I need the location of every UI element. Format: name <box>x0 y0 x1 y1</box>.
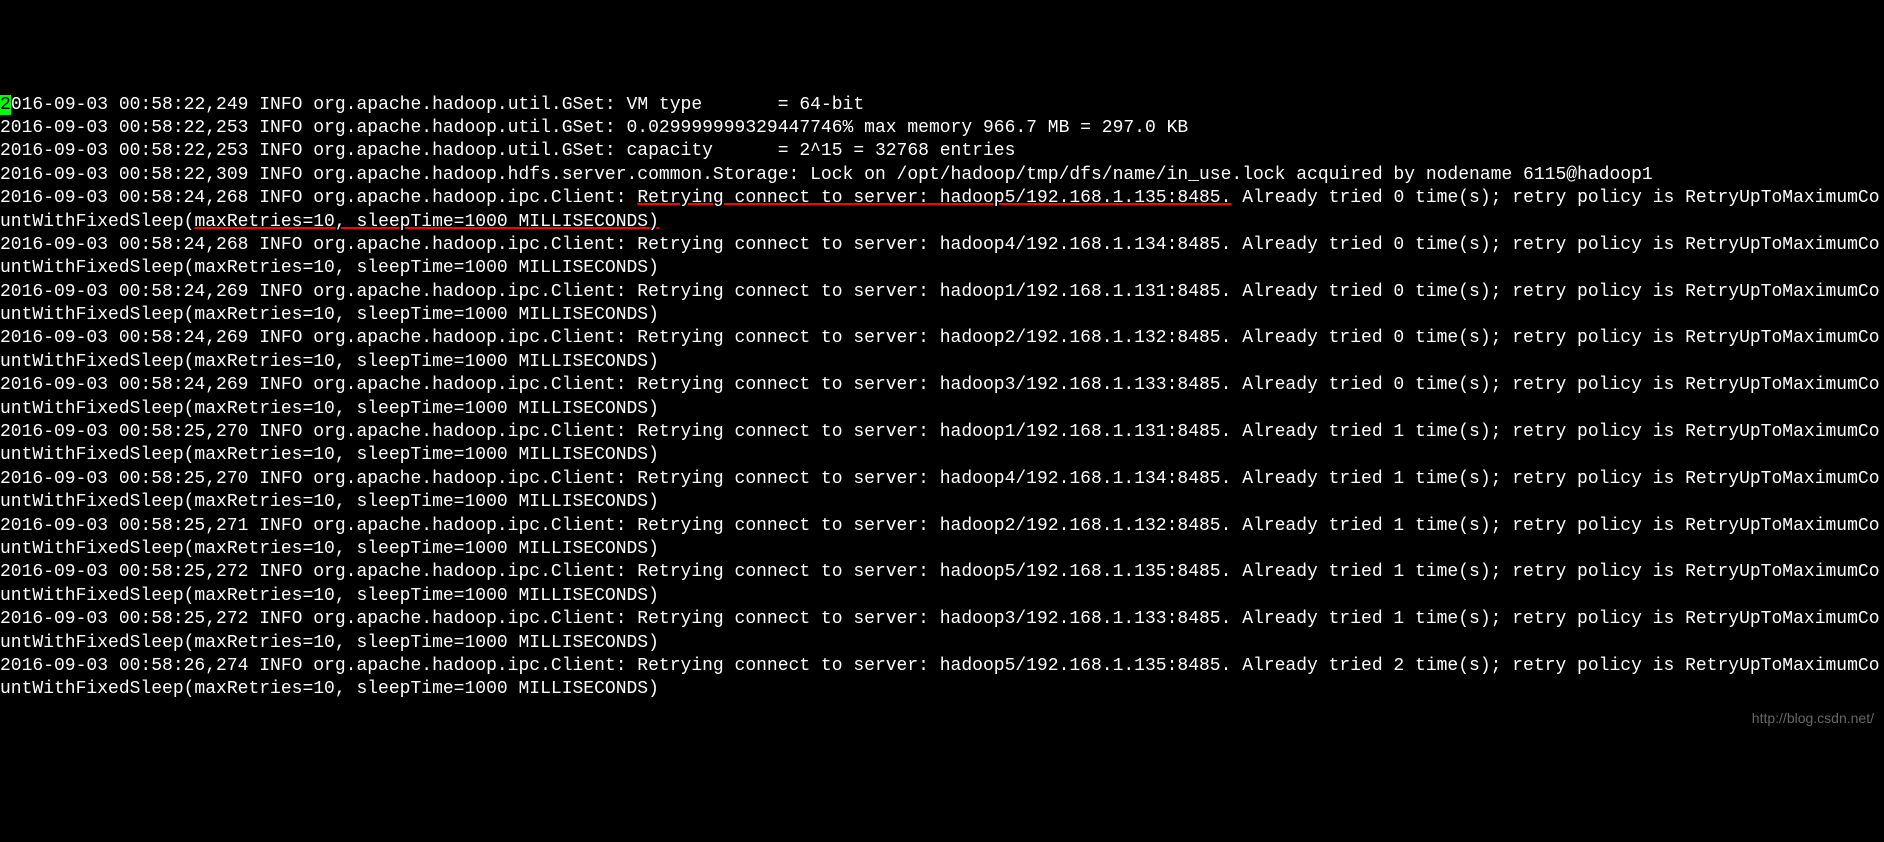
log-line: 2016-09-03 00:58:24,269 INFO org.apache.… <box>0 374 1884 421</box>
log-line: 2016-09-03 00:58:22,309 INFO org.apache.… <box>0 164 1884 187</box>
log-line: 2016-09-03 00:58:25,270 INFO org.apache.… <box>0 421 1884 468</box>
log-line: 2016-09-03 00:58:25,270 INFO org.apache.… <box>0 468 1884 515</box>
log-line: 2016-09-03 00:58:25,272 INFO org.apache.… <box>0 561 1884 608</box>
log-line: 2016-09-03 00:58:22,253 INFO org.apache.… <box>0 140 1884 163</box>
highlighted-text: Retrying connect to server: hadoop5/192.… <box>637 188 1231 208</box>
log-line: 2016-09-03 00:58:24,268 INFO org.apache.… <box>0 234 1884 281</box>
log-line: 2016-09-03 00:58:24,269 INFO org.apache.… <box>0 281 1884 328</box>
highlighted-text: maxRetries=10, sleepTime=1000 MILLISECON… <box>194 212 658 232</box>
log-line: 2016-09-03 00:58:25,271 INFO org.apache.… <box>0 515 1884 562</box>
log-line: 2016-09-03 00:58:22,253 INFO org.apache.… <box>0 117 1884 140</box>
terminal-output[interactable]: 2016-09-03 00:58:22,249 INFO org.apache.… <box>0 94 1884 702</box>
watermark-text: http://blog.csdn.net/ <box>1752 709 1874 727</box>
cursor-char: 2 <box>0 95 11 115</box>
log-line: 2016-09-03 00:58:24,268 INFO org.apache.… <box>0 187 1884 234</box>
log-line: 2016-09-03 00:58:22,249 INFO org.apache.… <box>0 94 1884 117</box>
log-line: 2016-09-03 00:58:24,269 INFO org.apache.… <box>0 327 1884 374</box>
log-line: 2016-09-03 00:58:26,274 INFO org.apache.… <box>0 655 1884 702</box>
log-line: 2016-09-03 00:58:25,272 INFO org.apache.… <box>0 608 1884 655</box>
